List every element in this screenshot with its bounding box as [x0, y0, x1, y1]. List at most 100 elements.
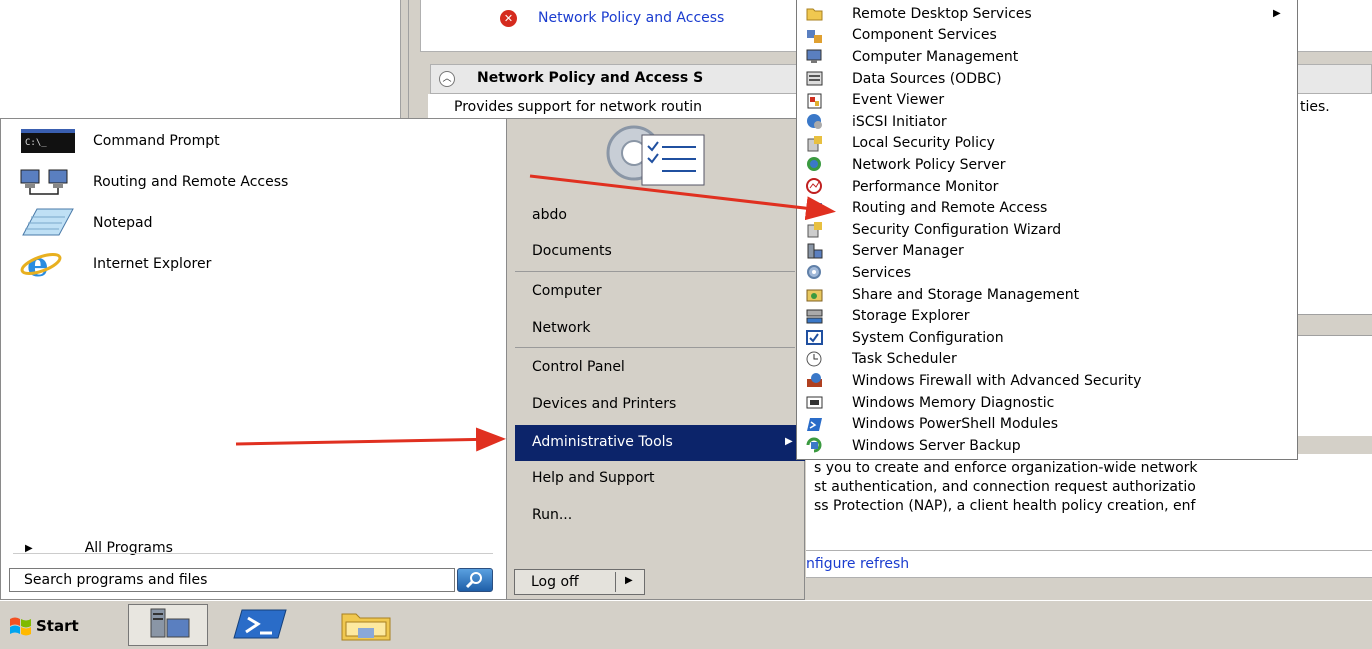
submenu-arrow-icon: ▶	[1273, 8, 1281, 20]
program-label: Command Prompt	[93, 133, 220, 149]
place-documents[interactable]: Documents	[532, 243, 612, 259]
admin-tool-item[interactable]: Data Sources (ODBC)	[797, 68, 1297, 90]
admin-tool-label: Routing and Remote Access	[852, 200, 1048, 217]
program-notepad[interactable]: Notepad	[19, 205, 153, 241]
admin-tool-item[interactable]: Services	[797, 262, 1297, 284]
search-icon	[465, 572, 482, 589]
admin-tool-label: Local Security Policy	[852, 135, 995, 152]
search-button[interactable]	[457, 568, 493, 592]
detail-line: ss Protection (NAP), a client health pol…	[814, 498, 1196, 514]
admin-tool-label: Windows Memory Diagnostic	[852, 394, 1055, 411]
server-backup-icon	[806, 437, 822, 453]
log-off-label: Log off	[531, 574, 579, 590]
administrative-tools-icon	[606, 125, 705, 186]
search-input[interactable]: Search programs and files	[9, 568, 455, 592]
computer-management-icon	[806, 49, 822, 64]
event-viewer-icon	[807, 93, 822, 109]
notepad-icon	[19, 207, 79, 239]
folder-icon	[806, 8, 823, 21]
administrative-tools-menu: Remote Desktop Services ▶ Component Servic…	[796, 0, 1298, 460]
admin-tool-label: Network Policy Server	[852, 156, 1006, 173]
taskbar-explorer[interactable]	[328, 604, 408, 646]
admin-tool-label: Event Viewer	[852, 92, 945, 109]
explorer-folder-icon	[341, 613, 391, 641]
configure-refresh-link[interactable]: nfigure refresh	[806, 556, 909, 572]
all-programs-button[interactable]: ▶ All Programs	[25, 537, 173, 559]
divider	[515, 347, 795, 348]
admin-tool-item[interactable]: Server Manager	[797, 241, 1297, 263]
place-help-support[interactable]: Help and Support	[532, 470, 655, 486]
shutdown-options-arrow-icon[interactable]: ▶	[625, 575, 633, 586]
role-error-link[interactable]: Network Policy and Access	[538, 10, 724, 26]
admin-tool-item[interactable]: Task Scheduler	[797, 349, 1297, 371]
admin-tool-item[interactable]: Performance Monitor	[797, 176, 1297, 198]
admin-tool-item[interactable]: Windows Server Backup	[797, 435, 1297, 457]
task-scheduler-icon	[806, 351, 822, 367]
admin-tool-item[interactable]: Windows PowerShell Modules	[797, 413, 1297, 435]
collapse-chevron-icon[interactable]: ︿	[439, 71, 455, 87]
admin-tool-label: Data Sources (ODBC)	[852, 70, 1002, 87]
place-administrative-tools[interactable]: Administrative Tools ▶	[515, 425, 805, 461]
place-computer[interactable]: Computer	[532, 283, 602, 299]
start-label: Start	[36, 617, 79, 635]
admin-tool-label: Component Services	[852, 27, 997, 44]
section-title: Network Policy and Access S	[477, 70, 704, 86]
detail-line: st authentication, and connection reques…	[814, 479, 1196, 495]
program-label: Notepad	[93, 215, 153, 231]
expand-arrow-icon: ▶	[25, 542, 33, 554]
admin-tool-item[interactable]: Windows Memory Diagnostic	[797, 392, 1297, 414]
svg-text:e: e	[27, 248, 49, 280]
start-menu-programs: C:\_ Command Prompt Routing and Remote A…	[0, 118, 507, 600]
program-routing-remote-access[interactable]: Routing and Remote Access	[19, 164, 288, 200]
detail-line: s you to create and enforce organization…	[814, 460, 1198, 476]
routing-icon	[807, 202, 822, 214]
start-menu-places: abdo Documents Computer Network Control …	[507, 118, 805, 600]
admin-tool-item[interactable]: Security Configuration Wizard	[797, 219, 1297, 241]
pane-splitter[interactable]	[400, 0, 409, 118]
admin-tool-item[interactable]: Component Services	[797, 25, 1297, 47]
admin-tool-item[interactable]: Share and Storage Management	[797, 284, 1297, 306]
windows-logo-icon	[10, 617, 31, 636]
admin-tool-item[interactable]: Routing and Remote Access	[797, 197, 1297, 219]
refresh-bar: nfigure refresh	[806, 550, 1372, 578]
taskbar-powershell[interactable]	[228, 604, 308, 646]
place-devices-printers[interactable]: Devices and Printers	[532, 396, 676, 412]
divider	[13, 553, 493, 554]
program-command-prompt[interactable]: C:\_ Command Prompt	[19, 123, 220, 159]
place-network[interactable]: Network	[532, 320, 590, 336]
admin-tool-label: Storage Explorer	[852, 308, 970, 325]
admin-tool-item[interactable]: System Configuration	[797, 327, 1297, 349]
admin-tool-item[interactable]: iSCSI Initiator	[797, 111, 1297, 133]
place-run[interactable]: Run...	[532, 507, 572, 523]
firewall-icon	[807, 373, 822, 388]
taskbar-server-manager[interactable]	[128, 604, 208, 646]
start-button[interactable]: Start	[8, 609, 106, 643]
storage-explorer-icon	[806, 309, 823, 324]
admin-tool-label: Windows PowerShell Modules	[852, 416, 1059, 433]
admin-tool-label: Server Manager	[852, 243, 964, 260]
place-control-panel[interactable]: Control Panel	[532, 359, 625, 375]
powershell-icon	[233, 609, 287, 639]
command-prompt-icon: C:\_	[19, 125, 79, 157]
admin-tool-label: Share and Storage Management	[852, 286, 1080, 303]
admin-tool-item[interactable]: Network Policy Server	[797, 154, 1297, 176]
admin-tool-item[interactable]: Event Viewer	[797, 89, 1297, 111]
program-internet-explorer[interactable]: e Internet Explorer	[19, 246, 211, 282]
admin-tool-item[interactable]: Remote Desktop Services ▶	[797, 3, 1297, 25]
server-manager-icon	[150, 608, 190, 638]
admin-tools-label: Administrative Tools	[532, 434, 673, 450]
admin-tool-label: Windows Server Backup	[852, 437, 1021, 454]
program-label: Routing and Remote Access	[93, 174, 289, 190]
admin-tool-item[interactable]: Computer Management	[797, 46, 1297, 68]
iscsi-icon	[807, 114, 822, 130]
description-text: Provides support for network routin	[454, 99, 702, 115]
admin-tool-item[interactable]: Windows Firewall with Advanced Security	[797, 370, 1297, 392]
log-off-button[interactable]: Log off ▶	[514, 569, 645, 595]
details-pane	[1298, 118, 1372, 314]
error-icon: ✕	[500, 10, 517, 27]
admin-tool-label: Computer Management	[852, 48, 1019, 65]
details-separator	[1298, 314, 1372, 336]
place-user-folder[interactable]: abdo	[532, 207, 567, 223]
admin-tool-item[interactable]: Storage Explorer	[797, 305, 1297, 327]
admin-tool-item[interactable]: Local Security Policy	[797, 133, 1297, 155]
